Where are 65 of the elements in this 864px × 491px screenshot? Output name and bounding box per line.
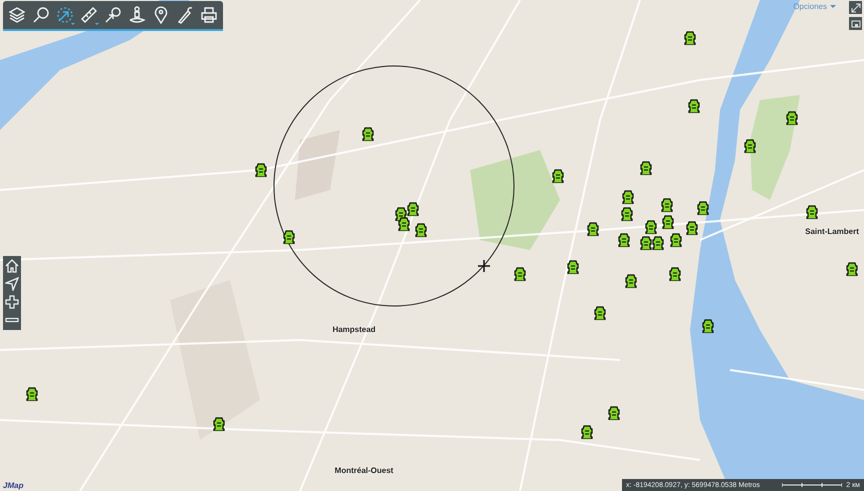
place-label: Saint-Lambert	[805, 227, 859, 236]
caret-icon	[830, 5, 836, 8]
hydrant-icon[interactable]	[702, 319, 714, 333]
caret-icon	[71, 23, 75, 25]
hydrant-icon[interactable]	[567, 260, 579, 274]
pencil-icon	[176, 6, 194, 24]
hydrant-icon[interactable]	[688, 99, 700, 113]
hydrant-icon[interactable]	[213, 417, 225, 431]
ruler-icon	[80, 6, 98, 24]
scale-bar-icon	[782, 482, 842, 488]
hydrant-icon[interactable]	[846, 262, 858, 276]
hydrant-icon[interactable]	[652, 236, 664, 250]
hydrant-icon[interactable]	[608, 406, 620, 420]
hydrant-icon[interactable]	[514, 267, 526, 281]
overview-button[interactable]	[849, 17, 862, 30]
hydrant-icon[interactable]	[618, 233, 630, 247]
hydrant-icon[interactable]	[697, 201, 709, 215]
hydrant-icon[interactable]	[552, 169, 564, 183]
caret-icon	[95, 23, 99, 25]
options-menu[interactable]: Opciones	[793, 2, 836, 11]
expand-icon	[850, 2, 860, 12]
hydrant-icon[interactable]	[621, 207, 633, 221]
hydrant-icon[interactable]	[581, 425, 593, 439]
hydrant-icon[interactable]	[670, 233, 682, 247]
place-label: Hampstead	[332, 325, 376, 334]
printer-icon	[200, 6, 218, 24]
search-icon	[32, 6, 50, 24]
hydrant-icon[interactable]	[744, 139, 756, 153]
navigation-arrow-icon	[5, 277, 19, 291]
hydrant-icon[interactable]	[786, 111, 798, 125]
hydrant-icon[interactable]	[640, 161, 652, 175]
logo: JMap	[3, 481, 24, 490]
home-button[interactable]	[3, 257, 21, 275]
hydrant-icon[interactable]	[640, 236, 652, 250]
place-label: Montréal-Ouest	[334, 466, 394, 475]
crosshair-icon	[478, 260, 490, 272]
pointer-info-icon	[104, 6, 122, 24]
hydrant-icon[interactable]	[398, 217, 410, 231]
hydrant-icon[interactable]	[587, 222, 599, 236]
zoom-in-button[interactable]	[3, 293, 21, 311]
hydrant-icon[interactable]	[407, 202, 419, 216]
home-icon	[5, 259, 19, 273]
arrow-select-icon	[56, 6, 74, 24]
expand-button[interactable]	[849, 1, 862, 14]
plus-icon	[5, 295, 19, 309]
locate-button[interactable]	[3, 275, 21, 293]
hydrant-icon[interactable]	[622, 190, 634, 204]
hydrant-icon[interactable]	[283, 230, 295, 244]
hydrant-icon[interactable]	[661, 198, 673, 212]
location-pin-icon	[152, 6, 170, 24]
hydrant-icon[interactable]	[26, 387, 38, 401]
person-pin-icon	[128, 6, 146, 24]
hydrant-icon[interactable]	[362, 127, 374, 141]
hydrant-icon[interactable]	[662, 215, 674, 229]
hydrant-icon[interactable]	[686, 221, 698, 235]
hydrant-icon[interactable]	[645, 220, 657, 234]
hydrant-icon[interactable]	[625, 274, 637, 288]
overview-map-icon	[850, 18, 860, 28]
hydrant-icon[interactable]	[415, 223, 427, 237]
hydrant-icon[interactable]	[255, 163, 267, 177]
hydrant-icon[interactable]	[806, 205, 818, 219]
hydrant-icon[interactable]	[594, 306, 606, 320]
hydrant-icon[interactable]	[669, 267, 681, 281]
hydrant-icon[interactable]	[684, 31, 696, 45]
layers-icon	[8, 6, 26, 24]
